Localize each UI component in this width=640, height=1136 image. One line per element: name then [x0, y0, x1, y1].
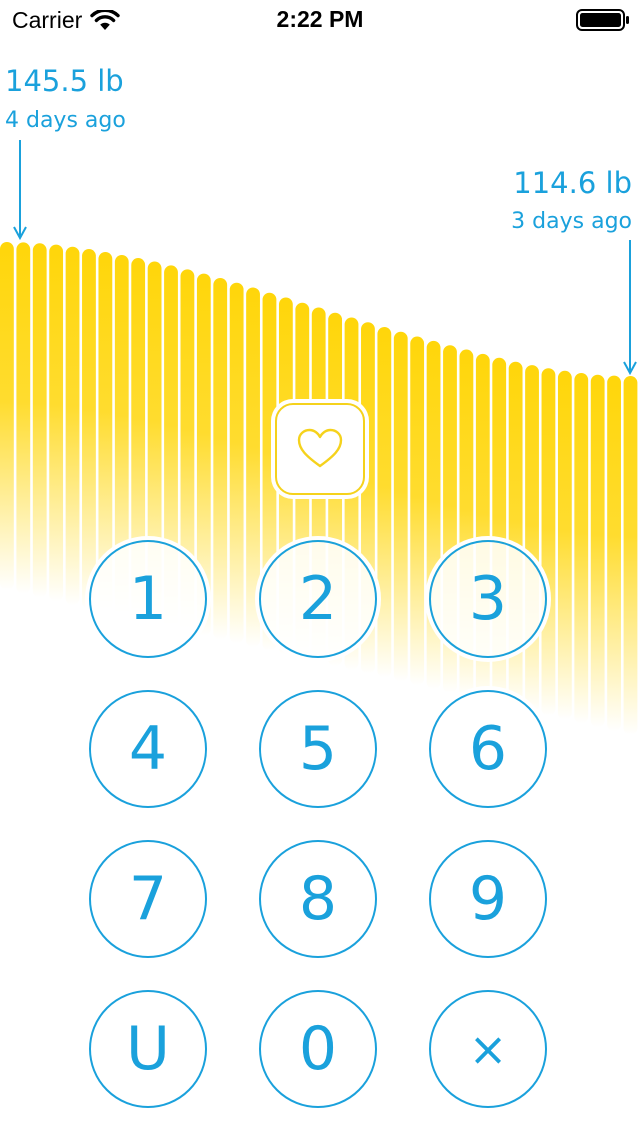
app-screen: Carrier 2:22 PM 145.5 lb 4 days ago 114.…	[0, 0, 640, 1136]
key-1[interactable]: 1	[89, 540, 207, 658]
status-bar: Carrier 2:22 PM	[0, 0, 640, 40]
key-6[interactable]: 6	[429, 690, 547, 808]
key-0[interactable]: 0	[259, 990, 377, 1108]
key-2[interactable]: 2	[259, 540, 377, 658]
key-7[interactable]: 7	[89, 840, 207, 958]
key-9[interactable]: 9	[429, 840, 547, 958]
battery-icon	[576, 9, 629, 31]
keypad: 1 2 3 4 5 6 7 8 9 U 0 ×	[0, 0, 640, 1136]
key-4[interactable]: 4	[89, 690, 207, 808]
unit-toggle-key[interactable]: U	[89, 990, 207, 1108]
key-3[interactable]: 3	[429, 540, 547, 658]
key-8[interactable]: 8	[259, 840, 377, 958]
key-5[interactable]: 5	[259, 690, 377, 808]
status-time: 2:22 PM	[276, 6, 364, 32]
clear-key[interactable]: ×	[429, 990, 547, 1108]
